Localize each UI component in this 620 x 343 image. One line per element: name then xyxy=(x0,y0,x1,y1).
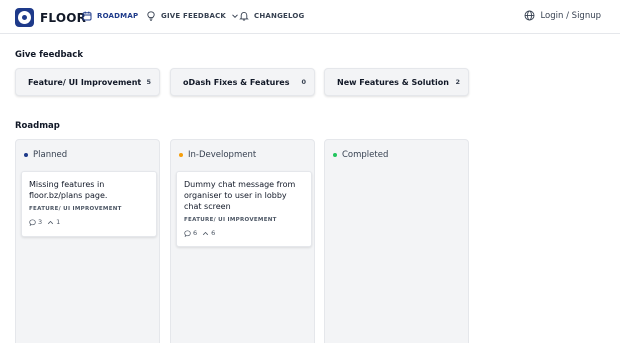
nav-roadmap-label: ROADMAP xyxy=(97,12,139,20)
vote-count: 6 xyxy=(211,229,216,237)
comment-icon xyxy=(184,229,191,237)
vote-count: 1 xyxy=(56,218,61,226)
brand-name: FLOOR xyxy=(40,10,87,25)
roadmap-column-planned: Planned Missing features in floor.bz/pla… xyxy=(15,139,160,343)
feedback-board-card[interactable]: New Features & Solution 2 xyxy=(324,68,469,96)
feedback-board-name: New Features & Solution xyxy=(337,77,449,87)
feedback-board-name: Feature/ UI Improvement xyxy=(28,77,142,87)
comment-count: 6 xyxy=(193,229,198,237)
status-dot-icon xyxy=(333,153,337,157)
feedback-board-count: 5 xyxy=(146,78,151,86)
column-header: Completed xyxy=(333,150,388,160)
nav-give-feedback[interactable]: GIVE FEEDBACK xyxy=(146,11,239,21)
post-meta: 6 6 xyxy=(184,229,305,237)
give-feedback-heading: Give feedback xyxy=(15,50,83,60)
post-meta: 3 1 xyxy=(29,218,150,226)
feedback-board-name: oDash Fixes & Features xyxy=(183,77,290,87)
roadmap-heading: Roadmap xyxy=(15,121,60,131)
feedback-board-card[interactable]: Feature/ UI Improvement 5 xyxy=(15,68,160,96)
login-signup-link[interactable]: Login / Signup xyxy=(524,10,601,21)
roadmap-column-in-development: In-Development Dummy chat message from o… xyxy=(170,139,315,343)
lightbulb-icon xyxy=(147,11,155,21)
column-header: In-Development xyxy=(179,150,256,160)
nav-give-feedback-label: GIVE FEEDBACK xyxy=(161,12,227,20)
feedback-board-card[interactable]: oDash Fixes & Features 0 xyxy=(170,68,315,96)
calendar-icon xyxy=(82,11,92,21)
comment-icon xyxy=(29,218,36,226)
column-header: Planned xyxy=(24,150,67,160)
upvote-icon xyxy=(203,231,209,235)
nav-roadmap[interactable]: ROADMAP xyxy=(82,11,138,21)
chevron-down-icon xyxy=(232,14,238,19)
roadmap-post-card[interactable]: Dummy chat message from organiser to use… xyxy=(176,171,312,247)
status-dot-icon xyxy=(24,153,28,157)
post-tag: FEATURE/ UI IMPROVEMENT xyxy=(184,217,277,223)
upvote-icon xyxy=(48,220,54,224)
feedback-board-count: 0 xyxy=(301,78,306,86)
column-title: Completed xyxy=(342,150,389,160)
brand-logo[interactable]: FLOOR xyxy=(15,8,86,27)
nav-changelog-label: CHANGELOG xyxy=(254,12,305,20)
post-title: Dummy chat message from organiser to use… xyxy=(184,180,296,211)
nav-changelog[interactable]: CHANGELOG xyxy=(239,11,305,21)
status-dot-icon xyxy=(179,153,183,157)
comment-count: 3 xyxy=(38,218,43,226)
login-signup-label: Login / Signup xyxy=(540,10,601,21)
post-tag: FEATURE/ UI IMPROVEMENT xyxy=(29,206,122,212)
globe-icon xyxy=(525,10,535,21)
floor-logo-icon xyxy=(15,8,34,27)
column-title: In-Development xyxy=(188,150,257,160)
roadmap-column-completed: Completed xyxy=(324,139,469,343)
bell-icon xyxy=(239,11,249,21)
feedback-board-count: 2 xyxy=(455,78,460,86)
post-title: Missing features in floor.bz/plans page. xyxy=(29,180,108,200)
top-navbar: FLOOR ROADMAP GIVE FEEDBACK CHANGELOG Lo… xyxy=(0,0,620,34)
roadmap-post-card[interactable]: Missing features in floor.bz/plans page.… xyxy=(21,171,157,237)
column-title: Planned xyxy=(33,150,68,160)
